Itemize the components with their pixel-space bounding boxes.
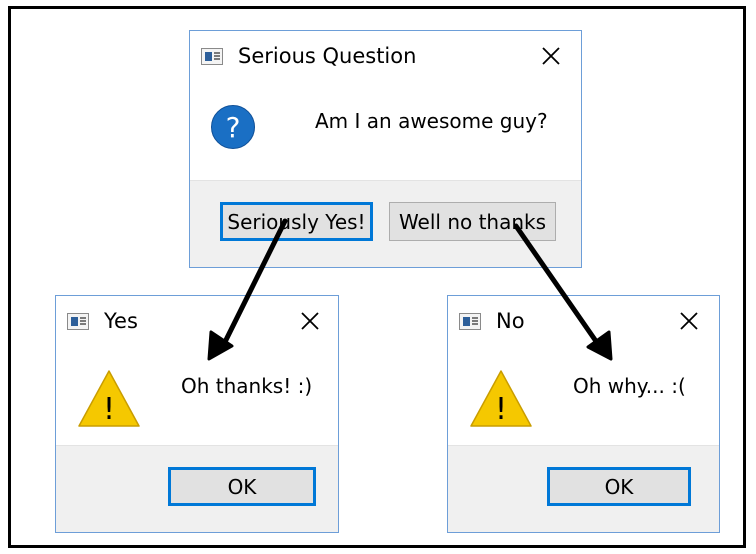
- ok-button[interactable]: OK: [168, 467, 316, 506]
- yes-dialog-body: ! Oh thanks! :): [56, 346, 338, 448]
- app-window-icon: [459, 313, 481, 330]
- question-dialog-body: ? Am I an awesome guy?: [190, 81, 581, 182]
- no-dialog-body: ! Oh why... :(: [448, 346, 719, 448]
- no-dialog-footer: OK: [448, 445, 719, 532]
- well-no-thanks-button[interactable]: Well no thanks: [389, 202, 556, 241]
- question-dialog: Serious Question ? Am I an awesome guy? …: [189, 30, 582, 268]
- yes-dialog: Yes ! Oh thanks! :) OK: [55, 295, 339, 533]
- warning-icon: !: [468, 368, 534, 430]
- question-icon: ?: [210, 104, 256, 150]
- close-icon[interactable]: [537, 42, 565, 70]
- no-message: Oh why... :(: [573, 374, 686, 398]
- app-window-icon: [201, 48, 223, 65]
- yes-dialog-titlebar: Yes: [56, 296, 338, 346]
- question-dialog-title: Serious Question: [238, 44, 417, 68]
- warning-icon-glyph: !: [495, 392, 507, 427]
- question-dialog-titlebar: Serious Question: [190, 31, 581, 81]
- yes-dialog-footer: OK: [56, 445, 338, 532]
- question-message: Am I an awesome guy?: [315, 109, 548, 133]
- close-icon[interactable]: [296, 307, 324, 335]
- yes-dialog-title: Yes: [104, 309, 138, 333]
- yes-message: Oh thanks! :): [181, 374, 313, 398]
- close-icon[interactable]: [675, 307, 703, 335]
- warning-icon-glyph: !: [103, 392, 115, 427]
- question-dialog-footer: Seriously Yes! Well no thanks: [190, 180, 581, 267]
- ok-button[interactable]: OK: [547, 467, 691, 506]
- no-dialog-titlebar: No: [448, 296, 719, 346]
- app-window-icon: [67, 313, 89, 330]
- no-dialog: No ! Oh why... :( OK: [447, 295, 720, 533]
- warning-icon: !: [76, 368, 142, 430]
- question-icon-glyph: ?: [226, 111, 241, 144]
- seriously-yes-button[interactable]: Seriously Yes!: [220, 202, 373, 241]
- no-dialog-title: No: [496, 309, 525, 333]
